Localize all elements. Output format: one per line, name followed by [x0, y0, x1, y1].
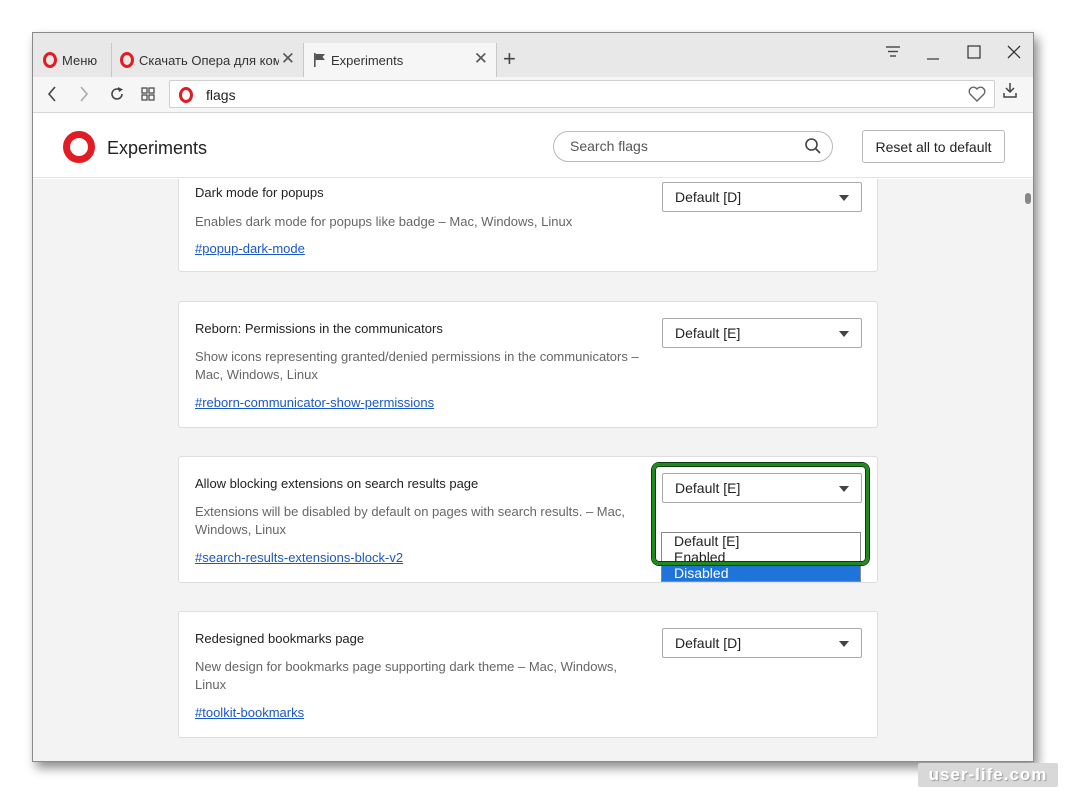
- flag-description: New design for bookmarks page supporting…: [195, 659, 617, 692]
- url-text[interactable]: flags: [206, 87, 236, 103]
- close-tab-icon[interactable]: ✕: [281, 50, 295, 68]
- speed-dial-icon[interactable]: [141, 87, 155, 101]
- search-icon: [805, 138, 821, 154]
- flag-link[interactable]: #toolkit-bookmarks: [195, 705, 304, 720]
- scrollbar-thumb[interactable]: [1025, 193, 1031, 204]
- forward-icon[interactable]: [79, 86, 89, 102]
- flag-link[interactable]: #popup-dark-mode: [195, 241, 305, 256]
- flag-card: Dark mode for popups Enables dark mode f…: [178, 179, 878, 272]
- flag-card: Redesigned bookmarks page New design for…: [178, 611, 878, 738]
- reset-all-button[interactable]: Reset all to default: [862, 130, 1005, 163]
- flag-title: Reborn: Permissions in the communicators: [195, 321, 443, 336]
- tab-label: Скачать Опера для компь: [139, 52, 279, 68]
- flag-description: Extensions will be disabled by default o…: [195, 504, 625, 537]
- watermark: user-life.com: [918, 763, 1058, 787]
- opera-menu-button[interactable]: Меню: [33, 43, 111, 77]
- maximize-icon[interactable]: [967, 45, 981, 59]
- flag-icon: [314, 53, 325, 67]
- close-window-icon[interactable]: [1007, 45, 1021, 59]
- select-value: Default [E]: [675, 325, 741, 341]
- highlight-frame: [652, 463, 869, 565]
- bookmark-heart-icon[interactable]: [968, 86, 986, 102]
- flag-title: Allow blocking extensions on search resu…: [195, 476, 479, 491]
- flag-select[interactable]: Default [D]: [662, 628, 862, 658]
- tab-strip: Меню Скачать Опера для компь ✕ Experimen…: [33, 33, 1033, 77]
- tab-label: Experiments: [331, 52, 404, 68]
- close-tab-icon[interactable]: ✕: [474, 50, 488, 68]
- option-disabled[interactable]: Disabled: [662, 565, 860, 581]
- menu-label: Меню: [62, 52, 98, 68]
- flag-select[interactable]: Default [D]: [662, 182, 862, 212]
- flag-title: Redesigned bookmarks page: [195, 631, 365, 646]
- flag-select[interactable]: Default [E]: [662, 318, 862, 348]
- flags-list: Dark mode for popups Enables dark mode f…: [33, 179, 1033, 761]
- flag-card: Reborn: Permissions in the communicators…: [178, 301, 878, 428]
- select-value: Default [D]: [675, 635, 742, 651]
- address-bar[interactable]: flags: [169, 80, 995, 108]
- back-icon[interactable]: [47, 86, 57, 102]
- tab-menu-icon[interactable]: [885, 45, 901, 59]
- minimize-icon[interactable]: [926, 47, 940, 61]
- opera-favicon-icon: [120, 52, 134, 68]
- flag-description: Show icons representing granted/denied p…: [195, 349, 639, 382]
- experiments-header: Experiments Reset all to default: [33, 114, 1033, 178]
- search-flags-input[interactable]: [570, 138, 790, 154]
- browser-window: Меню Скачать Опера для компь ✕ Experimen…: [32, 32, 1034, 762]
- opera-logo-icon: [63, 131, 95, 163]
- opera-logo-icon: [43, 52, 57, 68]
- flag-title: Dark mode for popups: [195, 185, 324, 200]
- flag-description: Enables dark mode for popups like badge …: [195, 214, 573, 229]
- opera-page-icon: [179, 87, 193, 103]
- select-value: Default [D]: [675, 189, 742, 205]
- dropdown-arrow-icon: [839, 195, 849, 201]
- dropdown-arrow-icon: [839, 331, 849, 337]
- tab-download-opera[interactable]: Скачать Опера для компь ✕: [111, 43, 303, 77]
- download-icon[interactable]: [1003, 82, 1017, 98]
- flag-link[interactable]: #reborn-communicator-show-permissions: [195, 395, 434, 410]
- reload-icon[interactable]: [109, 86, 125, 102]
- new-tab-button[interactable]: +: [503, 47, 516, 71]
- tab-experiments[interactable]: Experiments ✕: [303, 43, 497, 77]
- flag-link[interactable]: #search-results-extensions-block-v2: [195, 550, 403, 565]
- search-flags-box[interactable]: [553, 131, 833, 162]
- address-toolbar: flags: [33, 77, 1033, 113]
- page-title: Experiments: [107, 138, 208, 158]
- dropdown-arrow-icon: [839, 641, 849, 647]
